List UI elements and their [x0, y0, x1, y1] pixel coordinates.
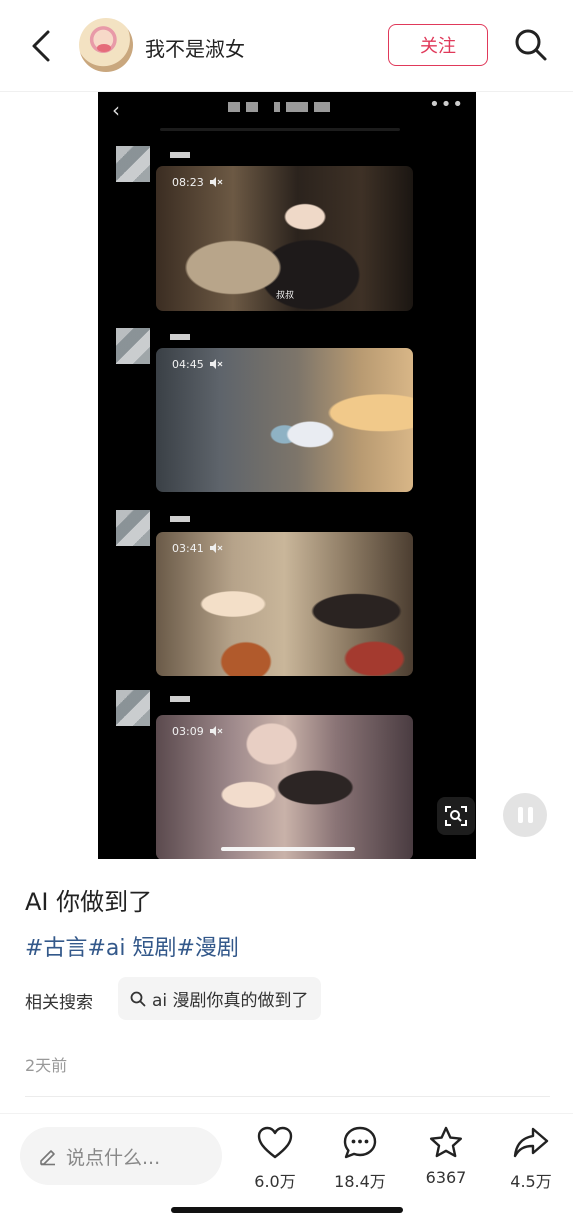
- video-thumbnail: 03:09: [156, 715, 413, 859]
- hashtag-link[interactable]: #ai 短剧: [87, 930, 176, 962]
- mute-icon: [210, 177, 223, 187]
- video-duration: 08:23: [172, 176, 204, 189]
- image-search-button[interactable]: [437, 797, 475, 835]
- author-username[interactable]: 我不是淑女: [145, 33, 245, 62]
- bottom-action-bar: 说点什么... 6.0万 18.4万 6367 4.5万: [0, 1113, 573, 1217]
- like-count: 6.0万: [254, 1172, 296, 1191]
- comment-input[interactable]: 说点什么...: [20, 1127, 222, 1185]
- video-duration: 03:09: [172, 725, 204, 738]
- share-button[interactable]: 4.5万: [501, 1124, 561, 1192]
- related-search-chip[interactable]: ai 漫剧你真的做到了: [118, 977, 321, 1020]
- home-indicator: [171, 1207, 403, 1213]
- comment-button[interactable]: 18.4万: [330, 1124, 390, 1192]
- follow-button[interactable]: 关注: [388, 24, 488, 66]
- video-duration: 04:45: [172, 358, 204, 371]
- favorite-count: 6367: [425, 1168, 467, 1187]
- video-subtitle: 叔叔: [276, 291, 295, 301]
- hashtag-list: #古言 #ai 短剧 #漫剧: [25, 930, 239, 962]
- back-arrow-icon: [32, 30, 50, 62]
- search-icon: [515, 29, 547, 61]
- heart-icon: [257, 1126, 293, 1159]
- blurred-sender-name: [170, 152, 190, 158]
- embedded-chat-topbar: ‹ •••: [98, 92, 476, 128]
- video-thumbnail: 08:23 叔叔: [156, 166, 413, 311]
- embedded-more-icon: •••: [429, 94, 464, 115]
- video-duration: 03:41: [172, 542, 204, 555]
- blurred-sender-avatar: [116, 690, 150, 726]
- blurred-sender-avatar: [116, 328, 150, 364]
- author-avatar[interactable]: [79, 18, 133, 72]
- search-button[interactable]: [512, 26, 550, 64]
- video-thumbnail: 04:45: [156, 348, 413, 492]
- hashtag-link[interactable]: #古言: [25, 930, 87, 962]
- blurred-sender-name: [170, 334, 190, 340]
- blurred-sender-avatar: [116, 146, 150, 182]
- favorite-button[interactable]: 6367: [416, 1124, 476, 1187]
- pencil-icon: [40, 1150, 55, 1166]
- post-timestamp: 2天前: [25, 1056, 68, 1075]
- share-count: 4.5万: [510, 1172, 552, 1191]
- divider: [25, 1096, 550, 1097]
- video-thumbnail: 03:41: [156, 532, 413, 676]
- share-arrow-icon: [513, 1127, 549, 1158]
- blurred-sender-avatar: [116, 510, 150, 546]
- comment-placeholder: 说点什么...: [66, 1146, 161, 1169]
- blurred-chat-title: [228, 102, 353, 114]
- media-progress-bar[interactable]: [221, 847, 355, 851]
- mute-icon: [210, 726, 223, 736]
- mute-icon: [210, 359, 223, 369]
- star-icon: [430, 1126, 462, 1158]
- post-media-image[interactable]: ‹ ••• 08:23 叔叔 04:45 03:41 03:09: [98, 92, 476, 859]
- related-search-text: ai 漫剧你真的做到了: [152, 991, 309, 1011]
- scan-icon: [445, 806, 467, 826]
- back-button[interactable]: [26, 28, 56, 64]
- embedded-back-icon: ‹: [112, 98, 120, 122]
- top-nav-bar: 我不是淑女 关注: [0, 0, 573, 92]
- blurred-sender-name: [170, 516, 190, 522]
- pause-icon: [517, 807, 523, 823]
- comment-count: 18.4万: [334, 1172, 386, 1191]
- hashtag-link[interactable]: #漫剧: [176, 930, 238, 962]
- post-title: AI 你做到了: [25, 888, 153, 916]
- blurred-sender-name: [170, 696, 190, 702]
- comment-bubble-icon: [343, 1126, 377, 1159]
- search-icon: [130, 991, 146, 1006]
- like-button[interactable]: 6.0万: [245, 1124, 305, 1192]
- related-search-label: 相关搜索: [25, 993, 93, 1013]
- mute-icon: [210, 543, 223, 553]
- pause-button[interactable]: [503, 793, 547, 837]
